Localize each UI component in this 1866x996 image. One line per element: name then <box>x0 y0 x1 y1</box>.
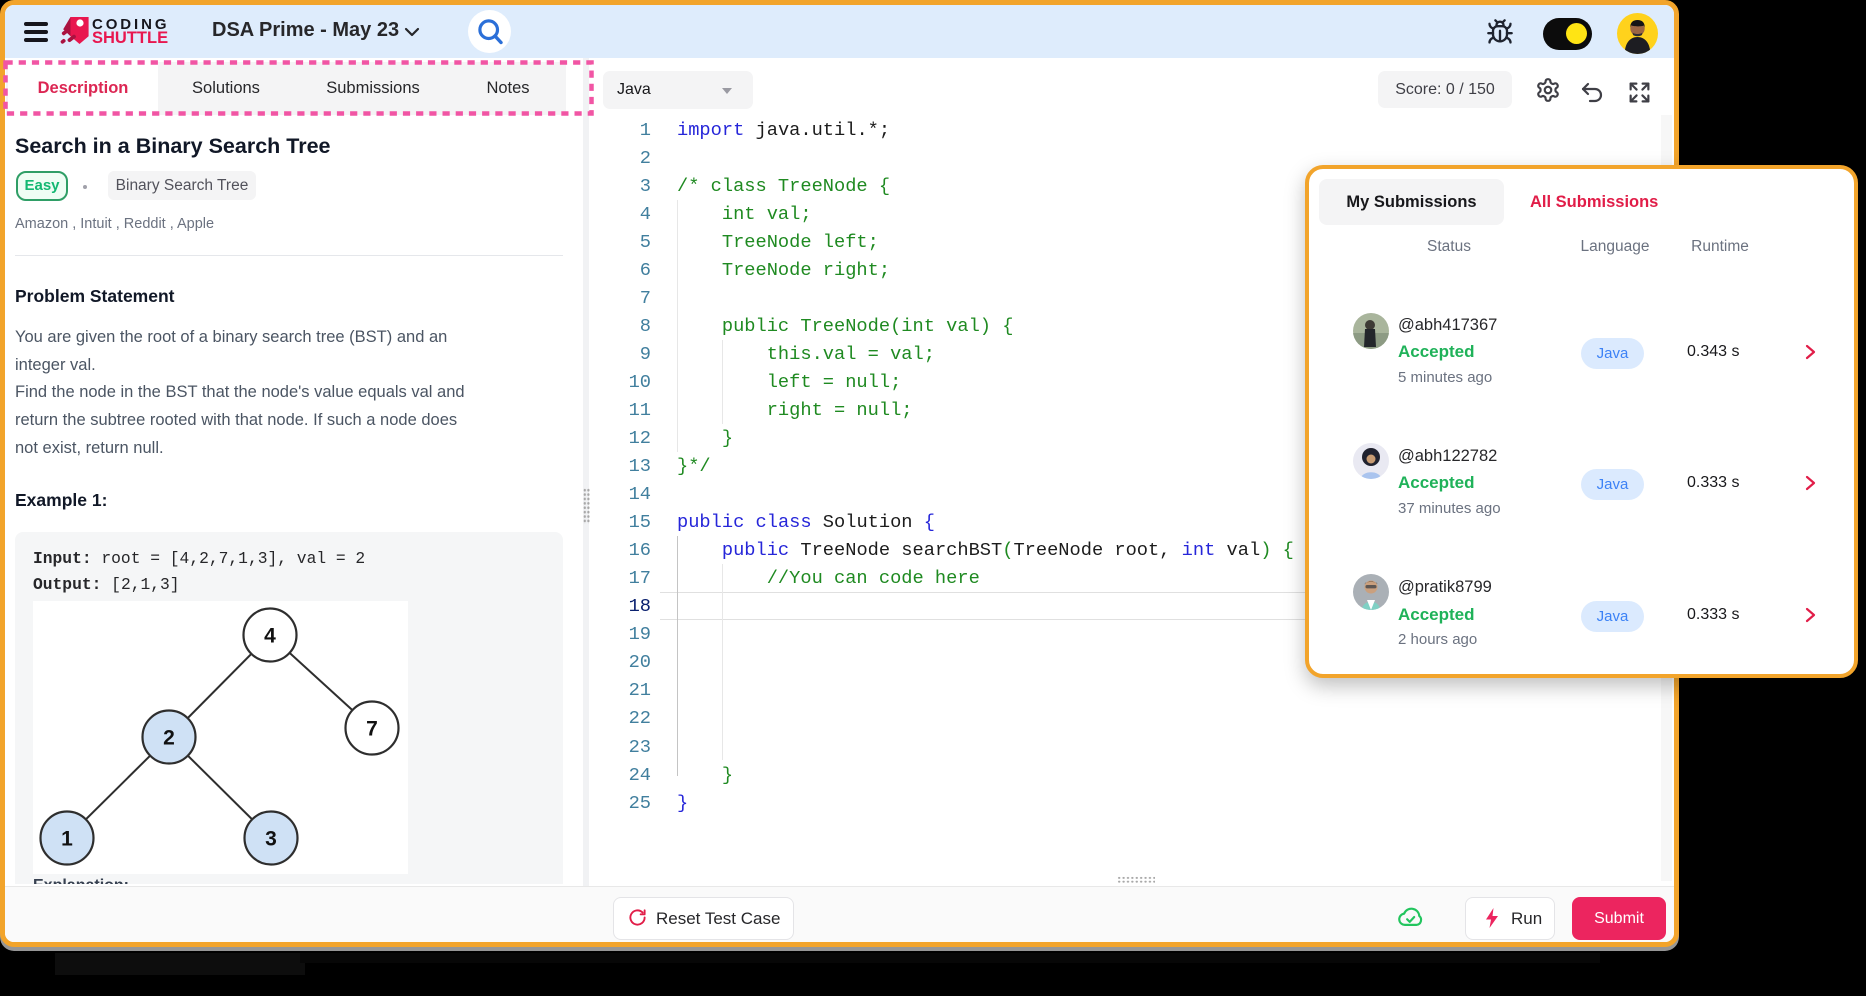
svg-text:4: 4 <box>264 625 276 648</box>
svg-text:2: 2 <box>163 727 175 750</box>
svg-text:3: 3 <box>265 828 277 851</box>
svg-text:7: 7 <box>366 718 378 741</box>
svg-text:1: 1 <box>61 828 73 851</box>
